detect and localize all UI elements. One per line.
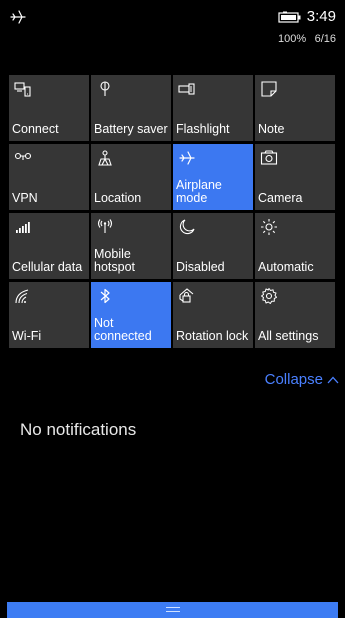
tile-label: Battery saver	[94, 122, 168, 136]
tile-airplane-mode[interactable]: Airplane mode	[173, 144, 253, 210]
tile-label: Note	[258, 122, 285, 136]
tile-location[interactable]: Location	[91, 144, 171, 210]
tile-label: All settings	[258, 329, 319, 343]
tile-flashlight[interactable]: Flashlight	[173, 75, 253, 141]
battery-percent: 100%	[278, 33, 307, 45]
flashlight-icon	[178, 80, 196, 98]
tile-label: Connect	[12, 122, 59, 136]
hotspot-icon	[96, 218, 114, 236]
tile-brightness[interactable]: Automatic	[255, 213, 335, 279]
tile-rotation-lock[interactable]: Rotation lock	[173, 282, 253, 348]
location-icon	[96, 149, 114, 167]
wifi-icon	[14, 287, 32, 305]
tile-label: VPN	[12, 191, 38, 205]
tile-label: Wi-Fi	[12, 329, 42, 343]
tile-bluetooth[interactable]: Not connected	[91, 282, 171, 348]
grip-icon	[165, 607, 180, 612]
tile-mobile-hotspot[interactable]: Mobile hotspot	[91, 213, 171, 279]
status-time: 3:49	[306, 8, 336, 25]
settings-gear-icon	[260, 287, 278, 305]
status-date: 6/16	[314, 33, 336, 45]
tile-wifi[interactable]: Wi-Fi	[9, 282, 89, 348]
quick-actions-grid: Connect Battery saver Flashlight Note VP…	[9, 75, 336, 348]
chevron-up-icon	[327, 375, 339, 385]
tile-label: Camera	[258, 191, 303, 205]
tile-label: Cellular data	[12, 260, 83, 274]
note-icon	[260, 80, 278, 98]
moon-icon	[178, 218, 196, 236]
tile-label: Airplane mode	[176, 178, 222, 205]
brightness-icon	[260, 218, 278, 236]
tile-note[interactable]: Note	[255, 75, 335, 141]
cellular-icon	[14, 218, 32, 236]
battery-saver-icon	[96, 80, 114, 98]
camera-icon	[260, 149, 278, 167]
action-center-handle[interactable]	[7, 602, 338, 618]
tile-connect[interactable]: Connect	[9, 75, 89, 141]
tile-quiet-hours[interactable]: Disabled	[173, 213, 253, 279]
tile-camera[interactable]: Camera	[255, 144, 335, 210]
collapse-button[interactable]: Collapse	[265, 371, 339, 388]
tile-all-settings[interactable]: All settings	[255, 282, 335, 348]
airplane-icon	[9, 8, 27, 26]
tile-label: Disabled	[176, 260, 225, 274]
connect-icon	[14, 80, 32, 98]
tile-label: Not connected	[94, 316, 152, 343]
status-bar: 3:49 100% 6/16	[0, 0, 345, 54]
tile-label: Flashlight	[176, 122, 230, 136]
notifications-empty-message: No notifications	[20, 420, 137, 439]
tile-battery-saver[interactable]: Battery saver	[91, 75, 171, 141]
collapse-label: Collapse	[264, 371, 323, 388]
vpn-icon	[14, 149, 32, 167]
tile-label: Automatic	[258, 260, 314, 274]
tile-label: Mobile hotspot	[94, 247, 136, 274]
tile-label: Location	[94, 191, 142, 205]
rotation-lock-icon	[178, 287, 196, 305]
battery-charging-icon	[278, 10, 302, 23]
bluetooth-icon	[96, 287, 114, 305]
airplane-icon	[178, 149, 196, 167]
tile-cellular-data[interactable]: Cellular data	[9, 213, 89, 279]
tile-vpn[interactable]: VPN	[9, 144, 89, 210]
tile-label: Rotation lock	[176, 329, 249, 343]
